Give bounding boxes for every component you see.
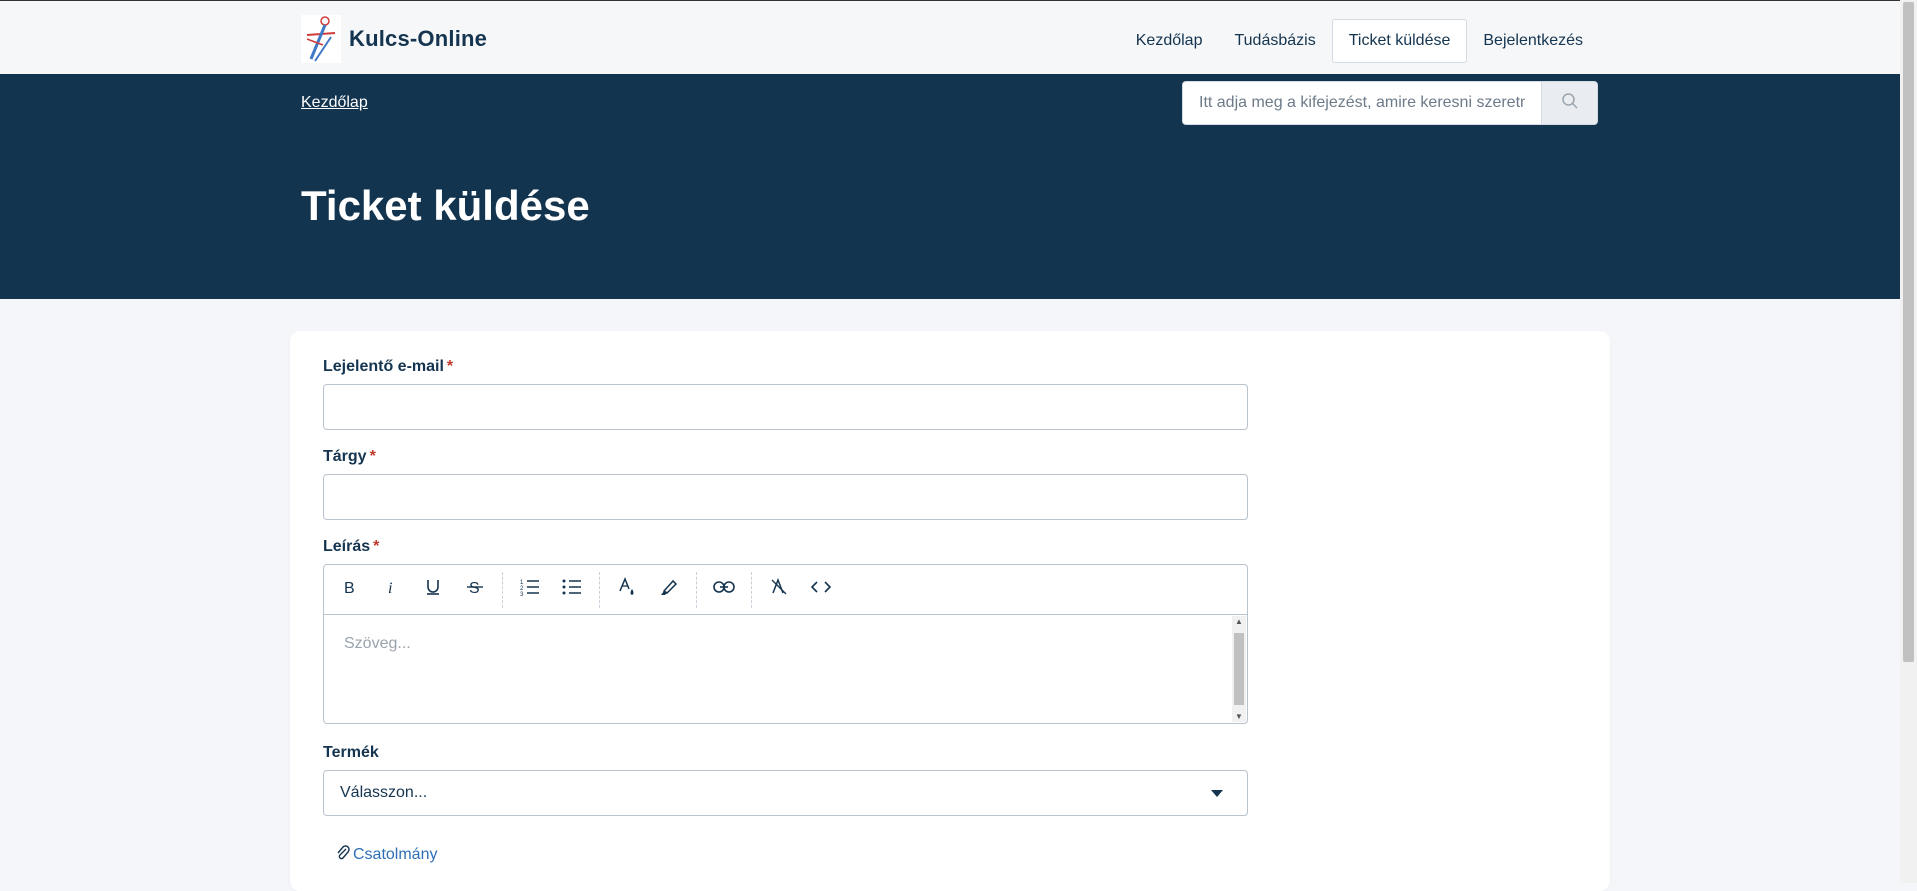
email-field[interactable] — [323, 384, 1248, 430]
attachment-link[interactable]: Csatolmány — [336, 844, 437, 865]
subject-label: Tárgy * — [323, 448, 376, 466]
brand[interactable]: Kulcs-Online — [301, 15, 487, 63]
page-title: Ticket küldése — [301, 182, 590, 229]
scroll-down-icon[interactable]: ▼ — [1235, 712, 1243, 721]
required-marker: * — [369, 448, 376, 465]
subject-label-text: Tárgy — [323, 448, 367, 465]
bullet-list-icon — [562, 578, 582, 601]
attachment-label: Csatolmány — [353, 845, 438, 863]
clear-format-button[interactable] — [758, 572, 800, 608]
underline-button[interactable] — [412, 572, 454, 608]
highlight-icon — [659, 577, 679, 602]
breadcrumb-home[interactable]: Kezdőlap — [301, 94, 368, 112]
page-scrollbar[interactable] — [1900, 0, 1917, 883]
product-select-value: Válasszon... — [340, 784, 428, 801]
ordered-list-button[interactable]: 123 — [509, 572, 551, 608]
description-editor: B i S 123 Szöveg... ▲ ▼ — [323, 564, 1248, 724]
bold-button[interactable]: B — [328, 572, 370, 608]
paperclip-icon — [336, 844, 350, 865]
kulcs-logo-icon — [301, 15, 341, 63]
text-color-button[interactable] — [606, 572, 648, 608]
search-box — [1182, 81, 1598, 125]
code-button[interactable] — [800, 572, 842, 608]
highlight-button[interactable] — [648, 572, 690, 608]
editor-scroll-thumb[interactable] — [1234, 633, 1244, 705]
link-button[interactable] — [703, 572, 745, 608]
editor-scrollbar[interactable]: ▲ ▼ — [1232, 616, 1246, 722]
hero-banner — [0, 74, 1900, 299]
bold-icon: B — [341, 579, 357, 600]
strikethrough-icon: S — [466, 578, 484, 601]
toolbar-separator — [751, 571, 752, 608]
svg-text:B: B — [344, 580, 355, 595]
nav-item-login[interactable]: Bejelentkezés — [1467, 19, 1599, 63]
editor-textarea[interactable]: Szöveg... ▲ ▼ — [324, 615, 1247, 723]
strikethrough-button[interactable]: S — [454, 572, 496, 608]
italic-icon: i — [383, 579, 399, 600]
email-label-text: Lejelentő e-mail — [323, 358, 444, 375]
toolbar-separator — [599, 571, 600, 608]
editor-placeholder: Szöveg... — [344, 635, 411, 652]
nav-item-knowledge-base[interactable]: Tudásbázis — [1218, 19, 1331, 63]
ordered-list-icon: 123 — [520, 578, 540, 601]
clear-format-icon — [770, 577, 788, 601]
svg-text:3: 3 — [520, 592, 524, 596]
code-icon — [810, 580, 832, 599]
product-select[interactable]: Válasszon... — [323, 770, 1248, 816]
editor-toolbar: B i S 123 — [324, 565, 1247, 615]
product-label: Termék — [323, 744, 379, 761]
search-input[interactable] — [1183, 82, 1541, 124]
nav-item-submit-ticket[interactable]: Ticket küldése — [1331, 19, 1468, 63]
italic-button[interactable]: i — [370, 572, 412, 608]
bullet-list-button[interactable] — [551, 572, 593, 608]
nav-item-home[interactable]: Kezdőlap — [1120, 19, 1219, 63]
description-label: Leírás * — [323, 538, 379, 556]
search-icon — [1561, 92, 1579, 115]
link-icon — [713, 580, 735, 599]
toolbar-separator — [696, 571, 697, 608]
toolbar-separator — [502, 571, 503, 608]
scroll-up-icon[interactable]: ▲ — [1235, 617, 1243, 626]
svg-text:i: i — [388, 580, 392, 595]
main-nav: Kezdőlap Tudásbázis Ticket küldése Bejel… — [1120, 19, 1599, 63]
search-button[interactable] — [1541, 82, 1597, 124]
required-marker: * — [446, 358, 454, 375]
required-marker: * — [373, 538, 380, 555]
chevron-down-icon — [1211, 789, 1223, 797]
page-scroll-thumb[interactable] — [1903, 2, 1914, 662]
underline-icon — [424, 578, 442, 601]
email-label: Lejelentő e-mail * — [323, 358, 453, 376]
svg-text:S: S — [469, 580, 480, 596]
text-color-icon — [617, 577, 637, 602]
top-navbar: Kulcs-Online Kezdőlap Tudásbázis Ticket … — [0, 0, 1900, 74]
subject-field[interactable] — [323, 474, 1248, 520]
brand-name: Kulcs-Online — [349, 26, 488, 51]
description-label-text: Leírás — [323, 538, 371, 555]
